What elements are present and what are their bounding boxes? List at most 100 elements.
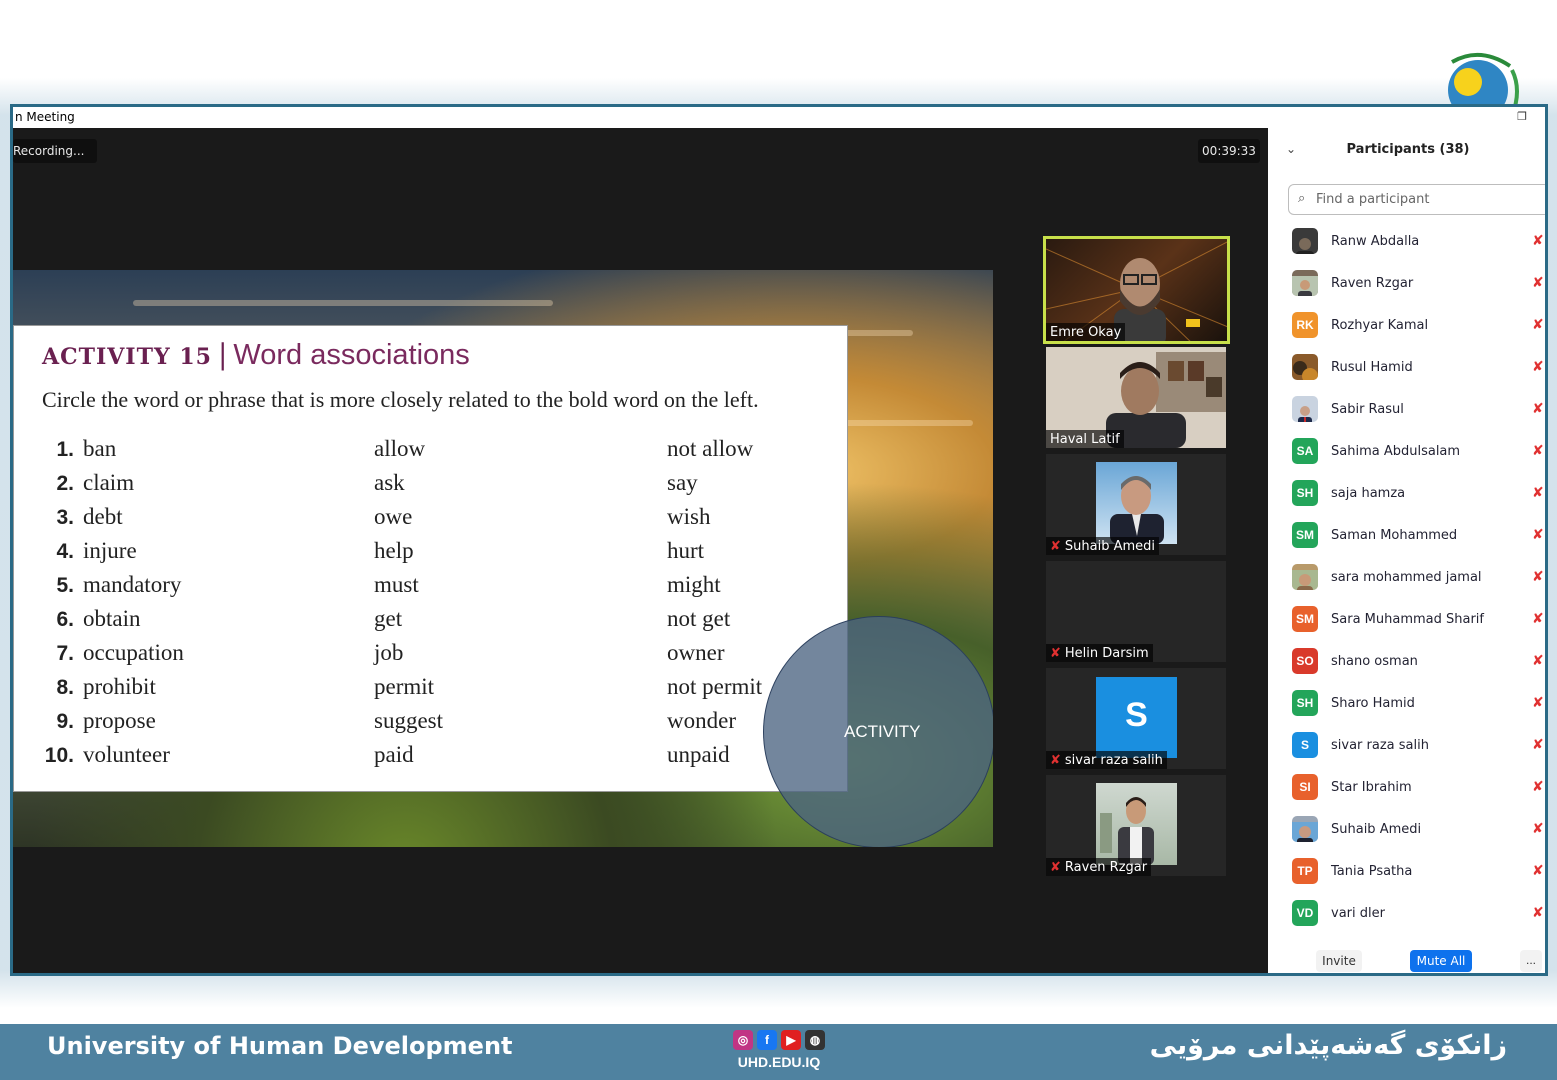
web-icon[interactable]: ◍ xyxy=(805,1030,825,1050)
item-option-b: wonder xyxy=(667,708,736,733)
participant-name: Rusul Hamid xyxy=(1331,360,1413,375)
participant-row[interactable]: SI Star Ibrahim ✘ xyxy=(1288,774,1545,816)
participant-name-label: ✘ sivar raza salih xyxy=(1046,751,1167,769)
participant-name-label: ✘ Suhaib Amedi xyxy=(1046,537,1160,555)
university-name-kurdish: زانكۆی گەشەپێدانی مرۆیی xyxy=(1149,1030,1507,1061)
video-tile[interactable]: ✘ Helin Darsim xyxy=(1046,561,1226,662)
mic-muted-icon[interactable]: ✘ xyxy=(1532,694,1544,711)
participant-row[interactable]: SA Sahima Abdulsalam ✘ xyxy=(1288,438,1545,480)
activity-header: ACTIVITY 15 | Word associations xyxy=(42,338,470,372)
youtube-icon[interactable]: ▶ xyxy=(781,1030,801,1050)
participant-name-label: ✘ Helin Darsim xyxy=(1046,644,1153,662)
video-tile[interactable]: S ✘ sivar raza salih xyxy=(1046,668,1226,769)
mic-muted-icon[interactable]: ✘ xyxy=(1532,232,1544,249)
profile-photo xyxy=(1096,783,1177,865)
participant-row[interactable]: VD vari dler ✘ xyxy=(1288,900,1545,942)
video-tile[interactable]: ✘ Raven Rzgar xyxy=(1046,775,1226,876)
mic-muted-icon[interactable]: ✘ xyxy=(1532,904,1544,921)
item-option-b: wish xyxy=(667,504,711,529)
word-row: 8. prohibit permit not permit xyxy=(14,674,849,708)
participant-row[interactable]: Rusul Hamid ✘ xyxy=(1288,354,1545,396)
item-number: 10. xyxy=(44,744,74,767)
participant-row[interactable]: Raven Rzgar ✘ xyxy=(1288,270,1545,312)
instagram-icon[interactable]: ◎ xyxy=(733,1030,753,1050)
avatar-photo-icon xyxy=(1292,570,1318,590)
item-number: 4. xyxy=(56,540,74,563)
participant-name: Helin Darsim xyxy=(1064,646,1149,661)
item-option-b: not permit xyxy=(667,674,763,699)
mic-muted-icon[interactable]: ✘ xyxy=(1532,442,1544,459)
mic-muted-icon: ✘ xyxy=(1050,646,1061,661)
participant-row[interactable]: sara mohammed jamal ✘ xyxy=(1288,564,1545,606)
avatar-letter: S xyxy=(1096,677,1177,758)
avatar-photo-icon xyxy=(1292,276,1318,296)
participant-row[interactable]: RK Rozhyar Kamal ✘ xyxy=(1288,312,1545,354)
avatar: SO xyxy=(1292,648,1318,674)
word-row: 3. debt owe wish xyxy=(14,504,849,538)
mic-muted-icon[interactable]: ✘ xyxy=(1532,820,1544,837)
avatar xyxy=(1292,396,1318,422)
participant-row[interactable]: SM Saman Mohammed ✘ xyxy=(1288,522,1545,564)
mic-muted-icon[interactable]: ✘ xyxy=(1532,274,1544,291)
item-option-b: hurt xyxy=(667,538,705,563)
activity-name: Word associations xyxy=(233,339,470,371)
person-icon xyxy=(1110,476,1164,544)
participant-row[interactable]: Sabir Rasul ✘ xyxy=(1288,396,1545,438)
more-options-button[interactable]: ... xyxy=(1520,950,1542,972)
item-word: injure xyxy=(83,538,137,563)
video-tile-active-speaker[interactable]: Emre Okay xyxy=(1043,236,1230,344)
participants-title: Participants (38) xyxy=(1346,142,1470,157)
participant-search-input[interactable]: ⌕ Find a participant xyxy=(1288,184,1545,215)
participant-row[interactable]: SM Sara Muhammad Sharif ✘ xyxy=(1288,606,1545,648)
mute-all-button[interactable]: Mute All xyxy=(1410,950,1472,972)
item-option-a: must xyxy=(374,572,419,597)
mic-muted-icon[interactable]: ✘ xyxy=(1532,526,1544,543)
person-icon xyxy=(1100,797,1154,865)
participant-row[interactable]: Suhaib Amedi ✘ xyxy=(1288,816,1545,858)
activity-card: ACTIVITY 15 | Word associations Circle the… xyxy=(13,325,848,792)
participants-panel: ⌄ Participants (38) ⌕ Find a participant… xyxy=(1268,128,1545,973)
word-row: 9. propose suggest wonder xyxy=(14,708,849,742)
profile-photo xyxy=(1096,462,1177,544)
facebook-icon[interactable]: f xyxy=(757,1030,777,1050)
video-tile[interactable]: ✘ Suhaib Amedi xyxy=(1046,454,1226,555)
participant-row[interactable]: SH saja hamza ✘ xyxy=(1288,480,1545,522)
mic-muted-icon[interactable]: ✘ xyxy=(1532,400,1544,417)
recording-indicator[interactable]: Recording... xyxy=(13,139,97,163)
mic-muted-icon[interactable]: ✘ xyxy=(1532,316,1544,333)
item-word: occupation xyxy=(83,640,184,665)
participant-name: Suhaib Amedi xyxy=(1331,822,1422,837)
invite-button[interactable]: Invite xyxy=(1316,950,1362,972)
mic-muted-icon[interactable]: ✘ xyxy=(1532,862,1544,879)
item-option-a: owe xyxy=(374,504,413,529)
participant-row[interactable]: SO shano osman ✘ xyxy=(1288,648,1545,690)
mic-muted-icon[interactable]: ✘ xyxy=(1532,610,1544,627)
participant-row[interactable]: SH Sharo Hamid ✘ xyxy=(1288,690,1545,732)
item-word: prohibit xyxy=(83,674,156,699)
university-footer: University of Human Development ◎ f ▶ ◍ … xyxy=(0,1024,1557,1080)
restore-icon[interactable]: ❐ xyxy=(1517,110,1527,123)
item-option-a: help xyxy=(374,538,414,563)
mic-muted-icon[interactable]: ✘ xyxy=(1532,778,1544,795)
website-link[interactable]: UHD.EDU.IQ xyxy=(731,1054,827,1070)
participant-name: Tania Psatha xyxy=(1331,864,1413,879)
mic-muted-icon[interactable]: ✘ xyxy=(1532,484,1544,501)
participant-name: vari dler xyxy=(1331,906,1385,921)
participant-row[interactable]: Ranw Abdalla ✘ xyxy=(1288,228,1545,270)
video-tile[interactable]: Haval Latif xyxy=(1046,347,1226,448)
mic-muted-icon[interactable]: ✘ xyxy=(1532,358,1544,375)
word-row: 5. mandatory must might xyxy=(14,572,849,606)
participant-name-label: Haval Latif xyxy=(1046,430,1124,448)
item-option-b: not allow xyxy=(667,436,754,461)
item-option-b: say xyxy=(667,470,698,495)
item-word: debt xyxy=(83,504,123,529)
participant-row[interactable]: S sivar raza salih ✘ xyxy=(1288,732,1545,774)
item-option-a: permit xyxy=(374,674,435,699)
mic-muted-icon[interactable]: ✘ xyxy=(1532,568,1544,585)
participant-name: Suhaib Amedi xyxy=(1064,539,1156,554)
participant-name: shano osman xyxy=(1331,654,1418,669)
mic-muted-icon[interactable]: ✘ xyxy=(1532,652,1544,669)
mic-muted-icon[interactable]: ✘ xyxy=(1532,736,1544,753)
avatar: SH xyxy=(1292,690,1318,716)
participant-row[interactable]: TP Tania Psatha ✘ xyxy=(1288,858,1545,900)
